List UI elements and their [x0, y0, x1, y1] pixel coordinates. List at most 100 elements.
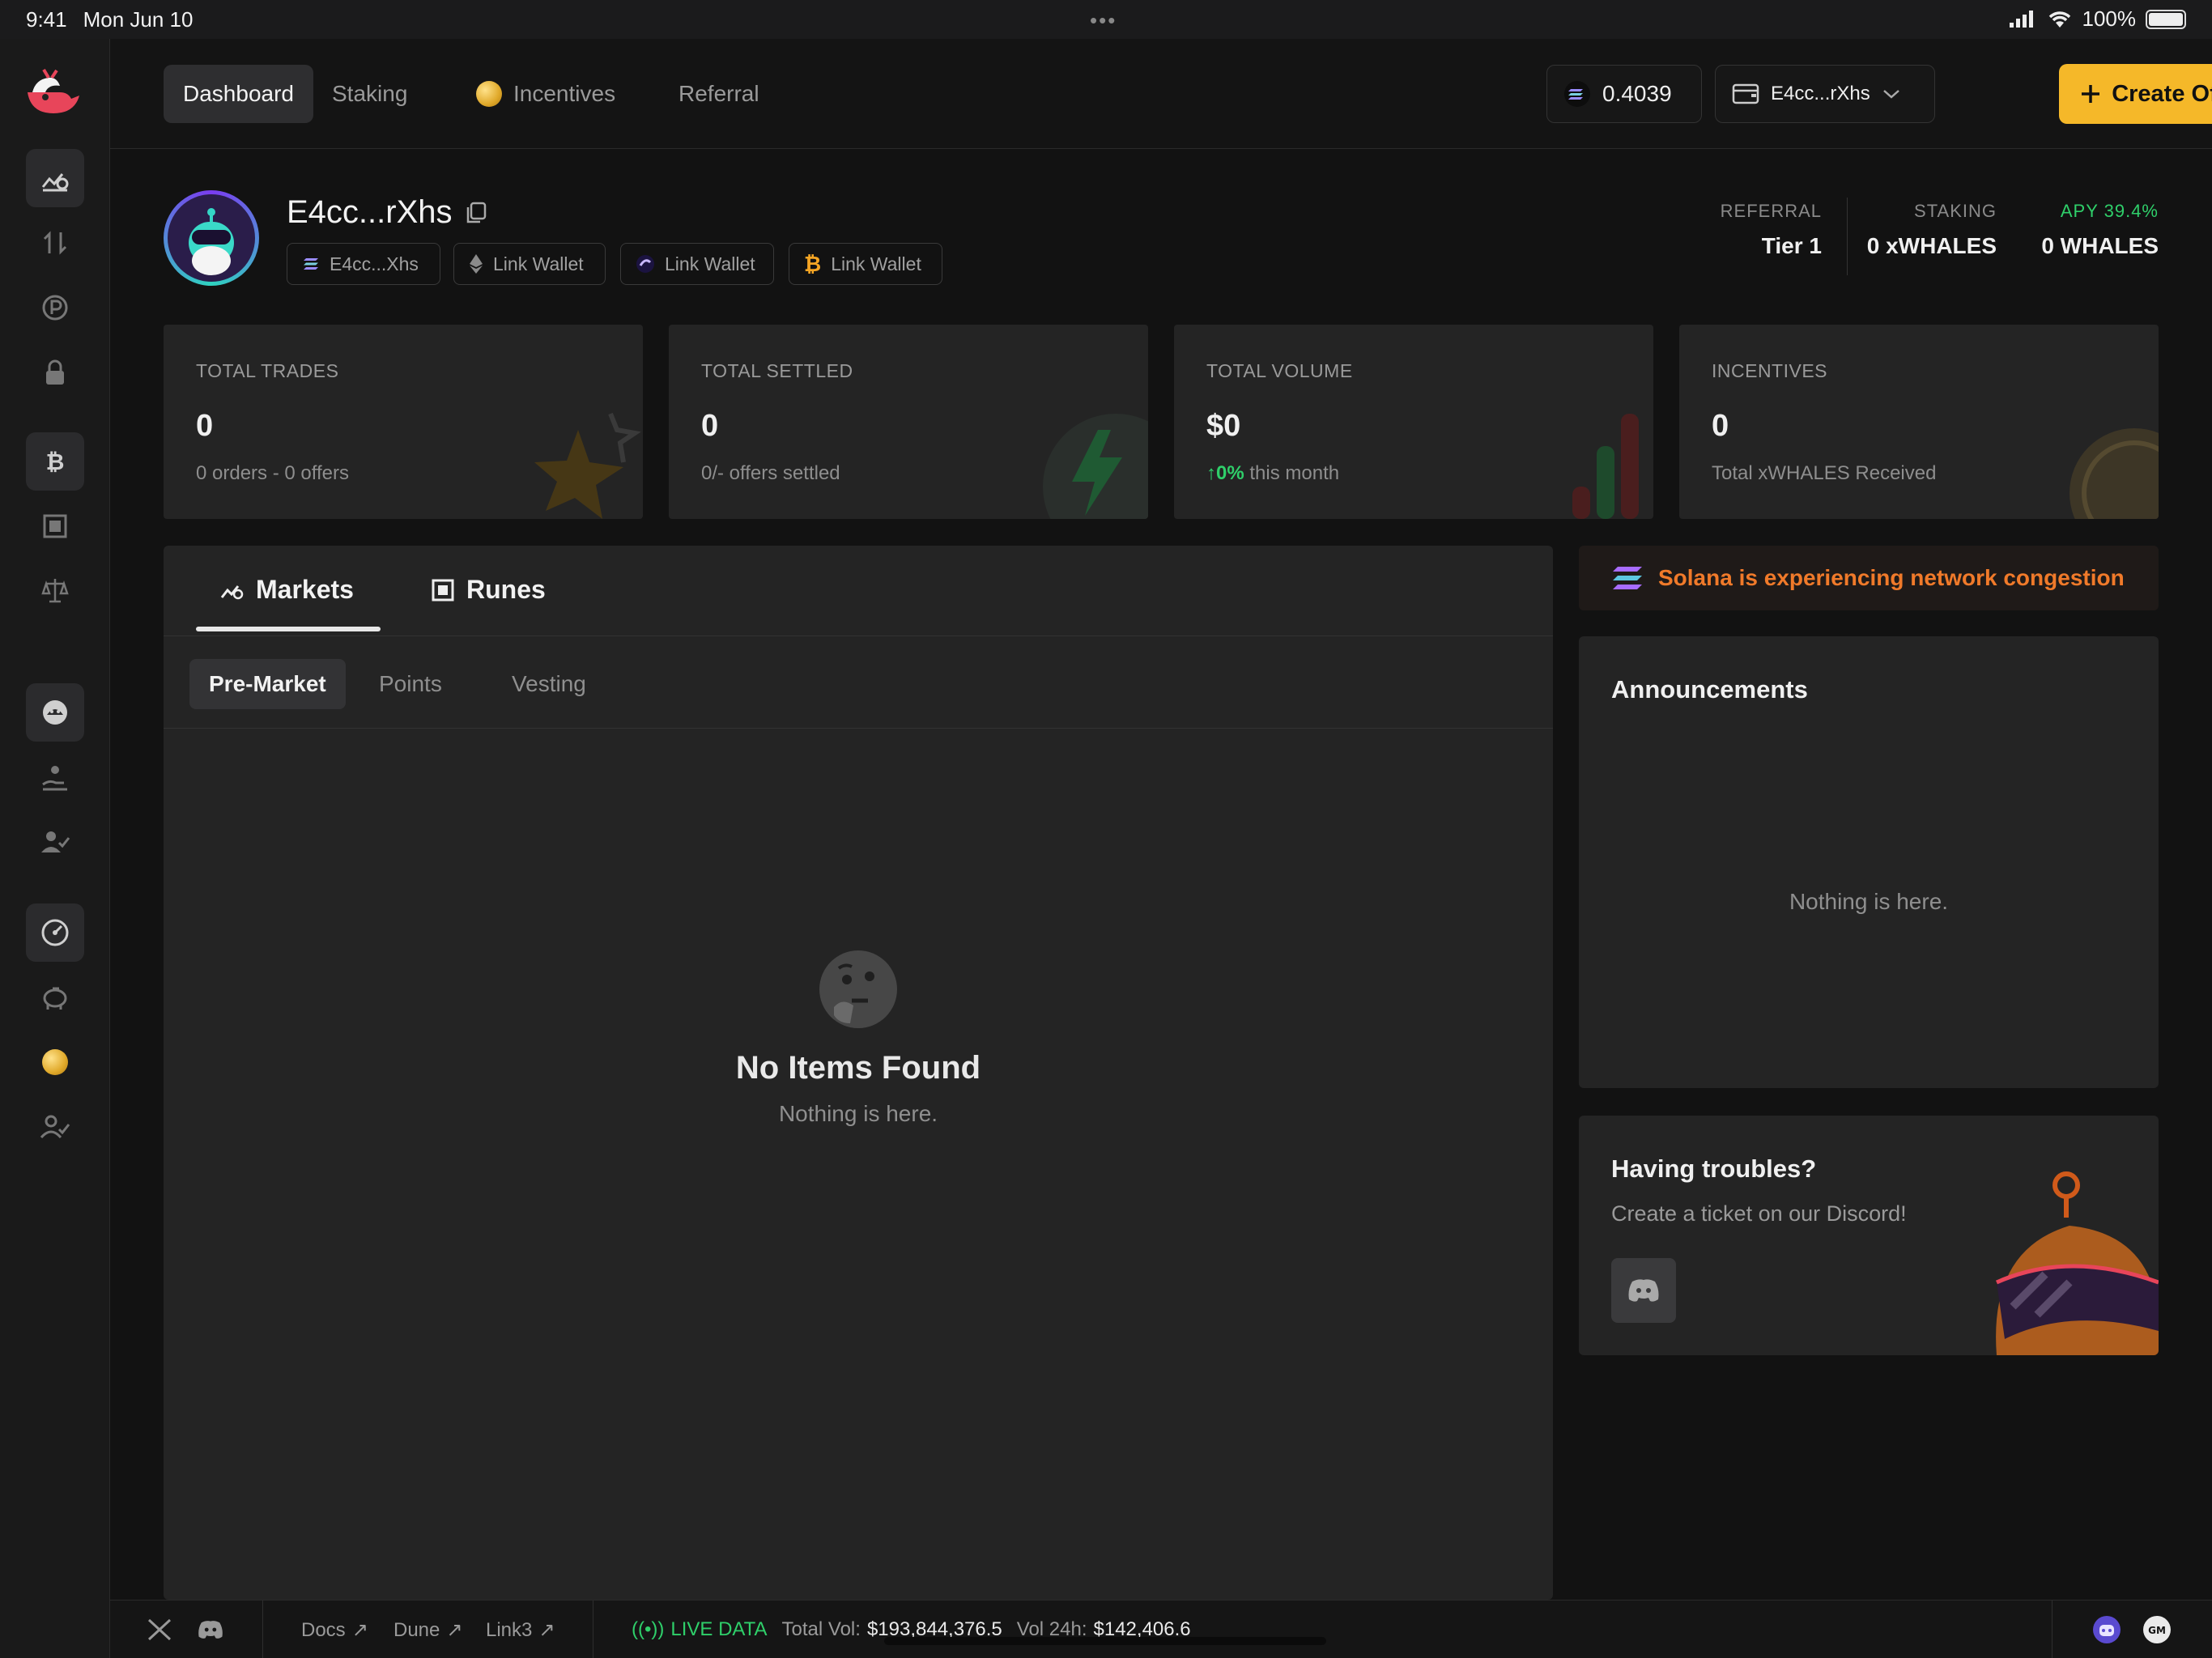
card-sub: 0/- offers settled — [701, 462, 840, 484]
home-indicator[interactable] — [884, 1637, 1326, 1645]
staking-label: STAKING — [1914, 201, 1997, 221]
sui-icon — [636, 255, 654, 273]
card-value: 0 — [701, 409, 719, 443]
sidebar-item-vesting[interactable] — [26, 343, 84, 402]
tab-dashboard[interactable]: Dashboard — [164, 65, 313, 123]
sidebar-item-savings[interactable] — [26, 968, 84, 1027]
markets-tabs: Markets Runes — [164, 546, 1553, 636]
tab-markets[interactable]: Markets — [220, 575, 354, 605]
external-link-icon: ↗ — [351, 1619, 368, 1641]
tab-incentives[interactable]: Incentives — [457, 65, 635, 123]
gauge-icon — [41, 919, 69, 946]
footer-divider — [262, 1601, 263, 1658]
tab-staking[interactable]: Staking — [313, 65, 427, 123]
runes-icon — [43, 514, 67, 538]
card-value: 0 — [1712, 409, 1729, 443]
sidebar-item-nft[interactable] — [26, 683, 84, 742]
footer-link-dune[interactable]: Dune ↗ — [393, 1618, 462, 1642]
create-offer-label: Create Offer — [2112, 80, 2212, 107]
card-sub: 0 orders - 0 offers — [196, 462, 349, 484]
hand-coin-icon — [42, 766, 67, 791]
nft-icon — [43, 700, 67, 725]
lock-icon — [46, 359, 64, 385]
sidebar-item-incentives[interactable] — [26, 1033, 84, 1091]
subtab-points[interactable]: Points — [359, 659, 462, 709]
chart-settings-icon — [220, 585, 244, 599]
wallet-address: E4cc...rXhs — [1771, 83, 1870, 104]
subtab-label: Pre-Market — [209, 671, 326, 696]
x-twitter-icon[interactable] — [147, 1618, 172, 1641]
sidebar-item-runes[interactable] — [26, 497, 84, 555]
sidebar-item-dashboard[interactable] — [26, 149, 84, 207]
network-alert: Solana is experiencing network congestio… — [1579, 546, 2159, 610]
link-label: Docs — [301, 1618, 346, 1641]
sidebar-item-stake[interactable] — [26, 748, 84, 806]
sidebar-item-balance[interactable] — [26, 562, 84, 620]
referral-value: Tier 1 — [1761, 233, 1822, 258]
discord-button[interactable] — [1611, 1258, 1676, 1323]
battery-icon — [2146, 9, 2186, 29]
status-time: 9:41 — [26, 6, 67, 32]
market-subtabs: Pre-Market Points Vesting — [164, 636, 1553, 729]
card-value: $0 — [1206, 409, 1241, 443]
announcements-empty: Nothing is here. — [1789, 889, 1949, 914]
chip-label: Link Wallet — [493, 253, 584, 274]
apy-value: 0 WHALES — [2041, 233, 2159, 258]
card-sub: ↑0% this month — [1206, 462, 1339, 485]
wallet-dropdown[interactable]: E4cc...rXhs — [1715, 65, 1935, 123]
discord-icon[interactable] — [198, 1620, 223, 1639]
whales-logo-icon[interactable] — [24, 68, 83, 120]
sidebar-item-kyc[interactable] — [26, 813, 84, 871]
tab-label: Runes — [466, 575, 546, 604]
link-wallet-ethereum[interactable]: Link Wallet — [453, 243, 606, 285]
multitask-dots-icon[interactable]: ••• — [1090, 8, 1117, 33]
copy-icon[interactable] — [464, 201, 488, 225]
tab-runes[interactable]: Runes — [431, 575, 546, 605]
bot-icon[interactable] — [2092, 1615, 2121, 1644]
whales-coin-icon — [2069, 428, 2159, 519]
sidebar: ₿ — [0, 39, 110, 1658]
bar-chart-icon — [1572, 414, 1639, 519]
chevron-down-icon — [1882, 90, 1899, 99]
markets-panel: Markets Runes Pre-Market Points Vesting … — [164, 546, 1553, 1600]
total-vol-label: Total Vol: — [781, 1618, 861, 1640]
divider — [1847, 198, 1848, 275]
solana-icon — [1564, 81, 1590, 107]
sidebar-item-swap[interactable] — [26, 214, 84, 272]
runes-icon — [432, 579, 454, 601]
subtab-vesting[interactable]: Vesting — [492, 659, 606, 709]
chip-label: E4cc...Xhs — [330, 253, 419, 274]
external-link-icon: ↗ — [538, 1619, 555, 1641]
tab-referral[interactable]: Referral — [659, 65, 779, 123]
wallet-chip-solana[interactable]: E4cc...Xhs — [287, 243, 440, 285]
link-wallet-sui[interactable]: Link Wallet — [620, 243, 774, 285]
svg-text:₿: ₿ — [46, 449, 65, 475]
footer-link-docs[interactable]: Docs ↗ — [301, 1618, 368, 1642]
referral-label: REFERRAL — [1720, 201, 1822, 221]
chip-label: Link Wallet — [665, 253, 755, 274]
swap-icon — [43, 231, 67, 255]
discord-icon — [1628, 1279, 1659, 1302]
subtab-pre-market[interactable]: Pre-Market — [189, 659, 346, 709]
balance-pill[interactable]: 0.4039 — [1546, 65, 1702, 123]
tab-label: Referral — [678, 81, 759, 106]
sidebar-item-points[interactable] — [26, 278, 84, 337]
svg-text:GM: GM — [2148, 1625, 2166, 1636]
sidebar-item-dashboard-gauge[interactable] — [26, 903, 84, 962]
alert-text: Solana is experiencing network congestio… — [1658, 565, 2125, 590]
create-offer-button[interactable]: Create Offer — [2059, 64, 2212, 124]
link-wallet-bitcoin[interactable]: ₿ Link Wallet — [789, 243, 942, 285]
sidebar-item-bitcoin[interactable]: ₿ — [26, 432, 84, 491]
arrow-up-icon: ↑ — [1206, 462, 1216, 484]
footer-link-link3[interactable]: Link3 ↗ — [486, 1618, 555, 1642]
announcements-title: Announcements — [1611, 675, 1808, 704]
profile-name: E4cc...rXhs — [287, 194, 453, 230]
status-bar: 9:41 Mon Jun 10 ••• 100% — [0, 0, 2212, 39]
gm-ai-icon[interactable]: GM — [2142, 1615, 2172, 1644]
troubles-subtitle: Create a ticket on our Discord! — [1611, 1201, 1907, 1226]
stat-card-incentives: INCENTIVES 0 Total xWHALES Received — [1679, 325, 2159, 519]
troubles-title: Having troubles? — [1611, 1154, 1817, 1183]
subtab-label: Points — [379, 671, 442, 696]
referral-stat: REFERRAL Tier 1 — [1700, 201, 1822, 259]
sidebar-item-profile[interactable] — [26, 1098, 84, 1156]
